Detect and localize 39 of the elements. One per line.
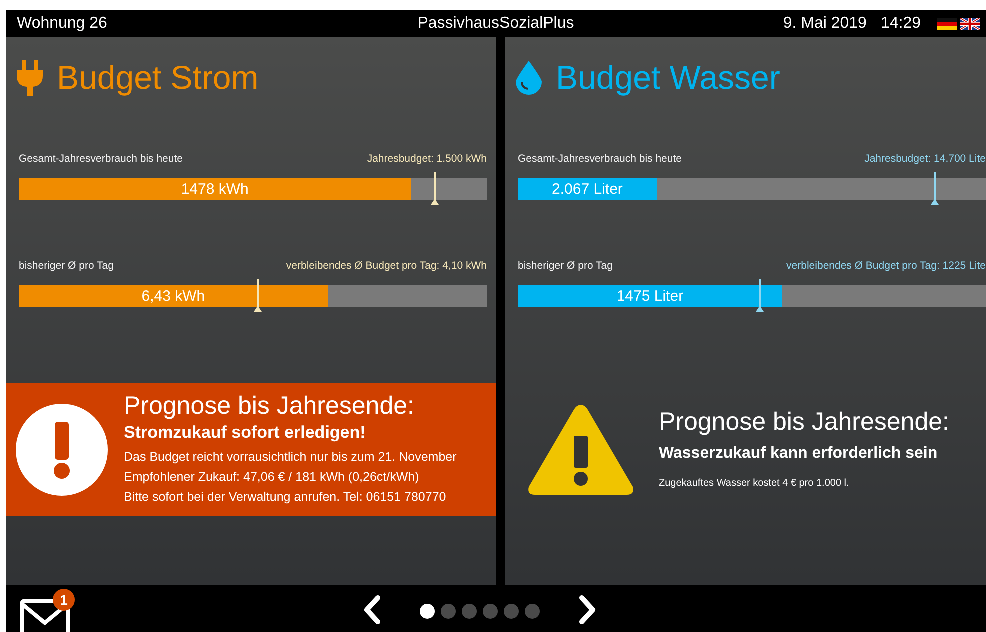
alert-text: Bitte sofort bei der Verwaltung anrufen. Tel: 06151 780770 (124, 489, 448, 506)
alert-heading: Prognose bis Jahresende: (659, 408, 950, 437)
german-flag-icon[interactable] (937, 18, 957, 30)
budget-label: Jahresbudget: 14.700 Lite (864, 153, 986, 165)
meter-label: Gesamt-Jahresverbrauch bis heute (518, 153, 682, 165)
british-flag-icon[interactable] (960, 18, 980, 30)
meter-label: Gesamt-Jahresverbrauch bis heute (19, 153, 183, 165)
meter-reading: 6,43 kWh (142, 288, 206, 304)
budget-label: Jahresbudget: 1.500 kWh (367, 153, 487, 165)
budget-label: verbleibendes Ø Budget pro Tag: 1225 Lite (786, 260, 986, 272)
page-dot[interactable] (483, 604, 498, 619)
page-dot[interactable] (441, 604, 456, 619)
alert-text: Das Budget reicht vorrausichtlich nur bis zum 21. November (124, 449, 457, 466)
warning-triangle-icon (527, 402, 635, 496)
alert-subheading: Stromzukauf sofort erledigen! (124, 423, 367, 443)
meter-reading: 1475 Liter (616, 288, 684, 304)
water-drop-icon (516, 61, 542, 95)
unread-badge: 1 (53, 589, 75, 611)
alert-text: Zugekauftes Wasser kostet 4 € pro 1.000 l. (659, 477, 850, 491)
alert-text: Empfohlener Zukauf: 47,06 € / 181 kWh (0,26ct/kWh) (124, 469, 420, 486)
apartment-name: Wohnung 26 (17, 14, 108, 32)
panel-title: Budget Strom (57, 59, 259, 97)
alert-heading: Prognose bis Jahresende: (124, 392, 416, 421)
exclamation-circle-icon (16, 404, 108, 496)
panel-title: Budget Wasser (556, 59, 780, 97)
alert-subheading: Wasserzukauf kann erforderlich sein (659, 445, 939, 463)
meter-label: bisheriger Ø pro Tag (518, 260, 613, 272)
time: 14:29 (880, 14, 921, 32)
meter-label: bisheriger Ø pro Tag (19, 260, 114, 272)
meter-reading: 1478 kWh (181, 180, 249, 198)
app-title: PassivhausSozialPlus (418, 14, 574, 32)
plug-icon (17, 60, 43, 96)
date: 9. Mai 2019 (783, 14, 867, 32)
page-dot[interactable] (420, 604, 435, 619)
budget-label: verbleibendes Ø Budget pro Tag: 4,10 kWh (286, 260, 487, 272)
page-dot[interactable] (525, 604, 540, 619)
page-dot[interactable] (462, 604, 477, 619)
page-dot[interactable] (504, 604, 519, 619)
meter-reading: 2.067 Liter (552, 180, 623, 198)
